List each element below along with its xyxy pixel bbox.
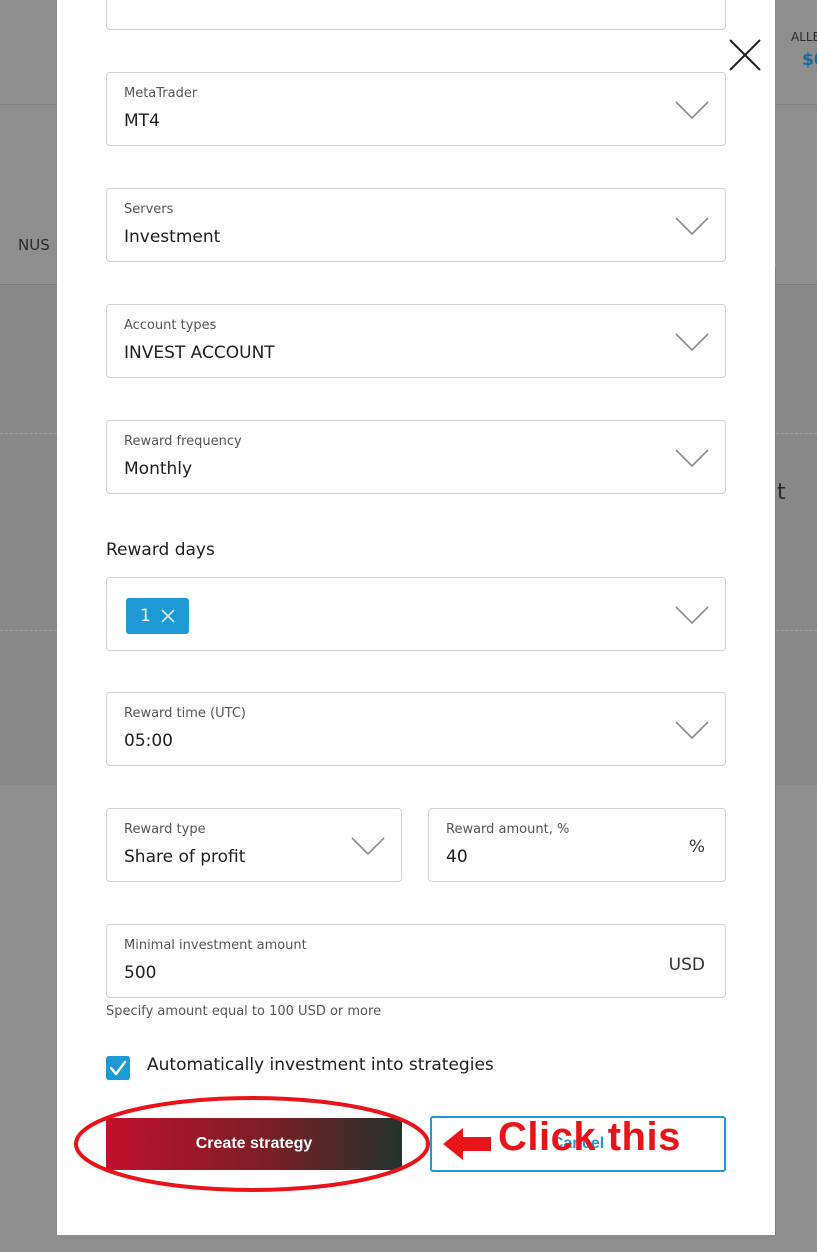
background-partial-text: t [777,480,786,505]
close-button[interactable] [726,36,764,74]
chevron-down-icon [675,449,709,467]
background-wallet-value: $0 [802,50,817,70]
reward-amount-input[interactable]: Reward amount, % 40 % [428,808,726,882]
currency-suffix: USD [668,955,705,975]
checkmark-icon [109,1060,127,1076]
field-value: Investment [124,227,221,247]
field-label: Account types [124,318,217,333]
annotation-label: Click this [498,1115,681,1159]
field-label: Reward frequency [124,434,242,449]
previous-field-partial[interactable] [106,0,726,30]
servers-select[interactable]: Servers Investment [106,188,726,262]
background-tab-label: NUS [18,236,50,254]
field-value: Share of profit [124,847,246,867]
reward-day-tag[interactable]: 1 [126,598,189,634]
background-dashed-line [776,630,817,631]
chevron-down-icon [675,217,709,235]
field-value: 40 [446,847,468,867]
percent-suffix: % [688,837,705,857]
reward-frequency-select[interactable]: Reward frequency Monthly [106,420,726,494]
field-label: MetaTrader [124,86,198,101]
field-value: INVEST ACCOUNT [124,343,275,363]
field-label: Minimal investment amount [124,938,307,953]
auto-invest-label[interactable]: Automatically investment into strategies [147,1055,494,1075]
arrow-left-icon [443,1128,491,1160]
field-value: Monthly [124,459,193,479]
close-icon[interactable] [161,609,175,623]
chevron-down-icon [675,721,709,739]
field-label: Reward amount, % [446,822,570,837]
minimal-investment-input[interactable]: Minimal investment amount 500 USD [106,924,726,998]
chevron-down-icon [675,606,709,624]
reward-time-select[interactable]: Reward time (UTC) 05:00 [106,692,726,766]
auto-invest-checkbox[interactable] [106,1056,130,1080]
field-label: Servers [124,202,174,217]
field-value: 500 [124,963,157,983]
chevron-down-icon [351,837,385,855]
background-dashed-line [0,630,57,631]
tag-label: 1 [140,606,151,626]
chevron-down-icon [675,101,709,119]
background-wallet-label: ALLET [791,30,817,44]
annotation-circle [74,1096,430,1192]
chevron-down-icon [675,333,709,351]
reward-type-select[interactable]: Reward type Share of profit [106,808,402,882]
close-icon [729,39,761,71]
metatrader-select[interactable]: MetaTrader MT4 [106,72,726,146]
field-label: Reward time (UTC) [124,706,246,721]
reward-days-title: Reward days [106,540,215,560]
field-value: MT4 [124,111,160,131]
field-value: 05:00 [124,731,173,751]
account-types-select[interactable]: Account types INVEST ACCOUNT [106,304,726,378]
reward-days-multiselect[interactable]: 1 [106,577,726,651]
minimal-investment-hint: Specify amount equal to 100 USD or more [106,1004,382,1019]
field-label: Reward type [124,822,206,837]
background-dashed-line [0,433,57,434]
background-dashed-line [776,433,817,434]
